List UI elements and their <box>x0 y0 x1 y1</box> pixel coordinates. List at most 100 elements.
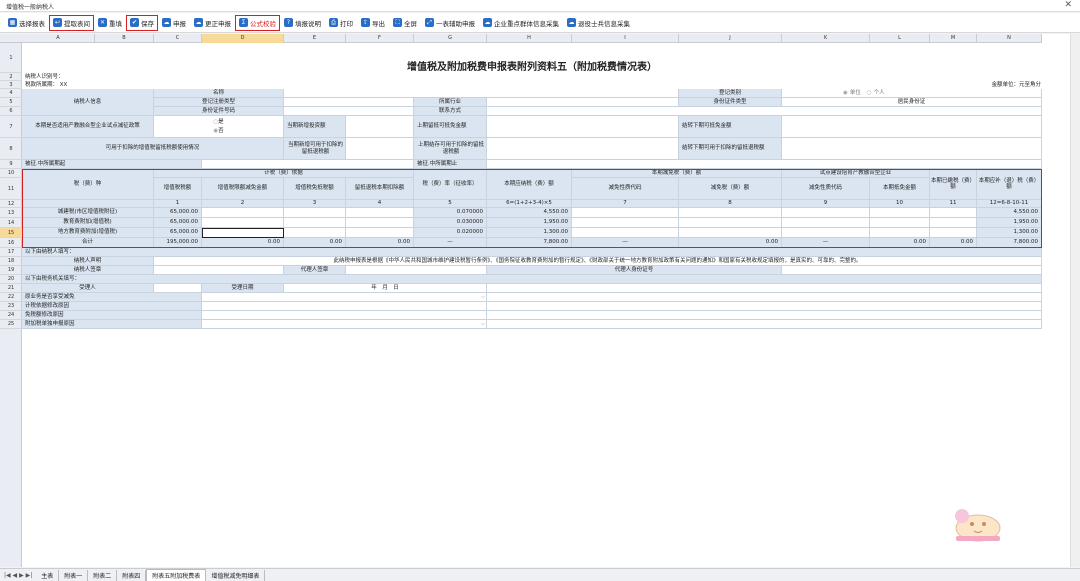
reduce-amt-input[interactable] <box>679 228 782 238</box>
mid-start-field[interactable] <box>202 160 414 169</box>
row-header-5[interactable]: 5 <box>0 98 22 107</box>
sheet-tab-2[interactable]: 附表二 <box>88 569 118 581</box>
reduce-code-input[interactable] <box>572 208 679 218</box>
row-header-24[interactable]: 24 <box>0 311 22 320</box>
column-header-C[interactable]: C <box>154 34 202 43</box>
column-header-F[interactable]: F <box>346 34 414 43</box>
paid-input[interactable] <box>930 228 977 238</box>
row-header-2[interactable]: 2 <box>0 73 22 81</box>
column-header-A[interactable]: A <box>22 34 95 43</box>
row-header-3[interactable]: 3 <box>0 81 22 89</box>
pilot-amt-input[interactable] <box>870 218 930 228</box>
row-header-21[interactable]: 21 <box>0 284 22 293</box>
spreadsheet[interactable]: ABCDEFGHIJKLMN 1 2 3 4 5 6 7 8 9 10 11 12 13 14 15 16 17… <box>0 34 1080 567</box>
row-header-14[interactable]: 14 <box>0 218 22 228</box>
toolbar-button-12[interactable]: ☁ 企业重点群体信息采集 <box>479 15 563 31</box>
row-header-10[interactable]: 10 <box>0 169 22 178</box>
policy-radio-group[interactable]: ○是 ◉否 <box>154 116 284 138</box>
pilot-code-input[interactable] <box>782 208 870 218</box>
column-header-B[interactable]: B <box>95 34 154 43</box>
cur-invest-field[interactable] <box>346 116 414 138</box>
reduce-code-input[interactable] <box>572 228 679 238</box>
column-header-H[interactable]: H <box>487 34 572 43</box>
industry-field[interactable] <box>487 98 679 107</box>
taxpayer-seal-field[interactable] <box>154 266 284 275</box>
column-header-I[interactable]: I <box>572 34 679 43</box>
row-header-25[interactable]: 25 <box>0 320 22 329</box>
cur-new-refund-field[interactable] <box>346 138 414 160</box>
next-refund-field[interactable] <box>782 138 1042 160</box>
toolbar-button-7[interactable]: ? 填报说明 <box>280 15 325 31</box>
row-header-4[interactable]: 4 <box>0 89 22 98</box>
sheet-tab-0[interactable]: 主表 <box>36 569 60 581</box>
sheet-tab-5[interactable]: 增值税减免明细表 <box>206 569 266 581</box>
column-header-K[interactable]: K <box>782 34 870 43</box>
toolbar-button-5[interactable]: ☁ 更正申报 <box>190 15 235 31</box>
column-header-E[interactable]: E <box>284 34 346 43</box>
toolbar-button-3[interactable]: ✔ 保存 <box>126 14 158 31</box>
refund-deduct-input[interactable] <box>346 228 414 238</box>
vat-exempt-input[interactable] <box>202 218 284 228</box>
vertical-scrollbar[interactable] <box>1070 34 1080 567</box>
chevron-down-icon[interactable]: ⌵ <box>481 294 485 300</box>
contact-field[interactable] <box>487 107 1042 116</box>
row-header-13[interactable]: 13 <box>0 208 22 218</box>
column-header-L[interactable]: L <box>870 34 930 43</box>
refund-deduct-input[interactable] <box>346 218 414 228</box>
agent-id-field[interactable] <box>782 266 1042 275</box>
separate-reason-select[interactable]: ⌵ <box>202 320 487 329</box>
toolbar-button-8[interactable]: ⎙ 打印 <box>325 15 357 31</box>
toolbar-button-10[interactable]: ⛶ 全屏 <box>389 15 421 31</box>
vat-exempt-input[interactable] <box>202 228 284 238</box>
id-no-field[interactable] <box>284 107 414 116</box>
reduce-amt-input[interactable] <box>679 218 782 228</box>
sheet-tab-1[interactable]: 附表一 <box>59 569 89 581</box>
toolbar-button-9[interactable]: ⇪ 导出 <box>357 15 389 31</box>
row-header-8[interactable]: 8 <box>0 138 22 160</box>
carry-next-field[interactable] <box>782 116 1042 138</box>
pilot-code-input[interactable] <box>782 218 870 228</box>
toolbar-button-13[interactable]: ☁ 退役士兵信息采集 <box>563 15 634 31</box>
row-header-18[interactable]: 18 <box>0 257 22 266</box>
mascot-icon[interactable] <box>950 506 1005 544</box>
refund-deduct-input[interactable] <box>346 208 414 218</box>
toolbar-button-1[interactable]: ↩ 提取表间 <box>49 14 94 31</box>
sheet-tab-4[interactable]: 附表五附加税费表 <box>146 569 207 581</box>
chevron-down-icon[interactable]: ⌵ <box>481 321 485 327</box>
prior-reduce-select[interactable]: ⌵ <box>202 293 487 302</box>
reg-category-field[interactable]: ◉ 单位 ○ 个人 <box>782 89 1042 98</box>
column-header-J[interactable]: J <box>679 34 782 43</box>
paid-input[interactable] <box>930 218 977 228</box>
paid-input[interactable] <box>930 208 977 218</box>
toolbar-button-2[interactable]: ✕ 重填 <box>94 15 126 31</box>
row-header-19[interactable]: 19 <box>0 266 22 275</box>
agent-seal-field[interactable] <box>346 266 487 275</box>
row-header-15[interactable]: 15 <box>0 228 22 238</box>
vat-exempt-input[interactable] <box>202 208 284 218</box>
row-header-23[interactable]: 23 <box>0 302 22 311</box>
row-header-22[interactable]: 22 <box>0 293 22 302</box>
pilot-code-input[interactable] <box>782 228 870 238</box>
pilot-amt-input[interactable] <box>870 228 930 238</box>
toolbar-button-0[interactable]: ▦ 选择报表 <box>4 15 49 31</box>
row-header-20[interactable]: 20 <box>0 275 22 284</box>
reduce-code-input[interactable] <box>572 218 679 228</box>
mid-end-field[interactable] <box>487 160 1042 169</box>
name-field[interactable] <box>284 89 679 98</box>
row-header-11[interactable]: 11 <box>0 178 22 200</box>
row-header-9[interactable]: 9 <box>0 160 22 169</box>
id-type-field[interactable]: 居民身份证 <box>782 98 1042 107</box>
tab-nav-arrows[interactable]: |◀ ◀ ▶ ▶| <box>4 572 32 579</box>
prev-carry-field[interactable] <box>487 116 679 138</box>
person-radio-icon[interactable]: ○ <box>867 90 872 96</box>
column-header-G[interactable]: G <box>414 34 487 43</box>
reduce-amt-input[interactable] <box>679 208 782 218</box>
toolbar-button-11[interactable]: ⤢ 一表辅助申报 <box>421 15 479 31</box>
toolbar-button-4[interactable]: ☁ 申报 <box>158 15 190 31</box>
vat-free-input[interactable] <box>284 228 346 238</box>
column-header-N[interactable]: N <box>977 34 1042 43</box>
pilot-amt-input[interactable] <box>870 208 930 218</box>
toolbar-button-6[interactable]: Σ 公式校验 <box>235 14 280 31</box>
row-header-16[interactable]: 16 <box>0 238 22 248</box>
row-header-17[interactable]: 17 <box>0 248 22 257</box>
